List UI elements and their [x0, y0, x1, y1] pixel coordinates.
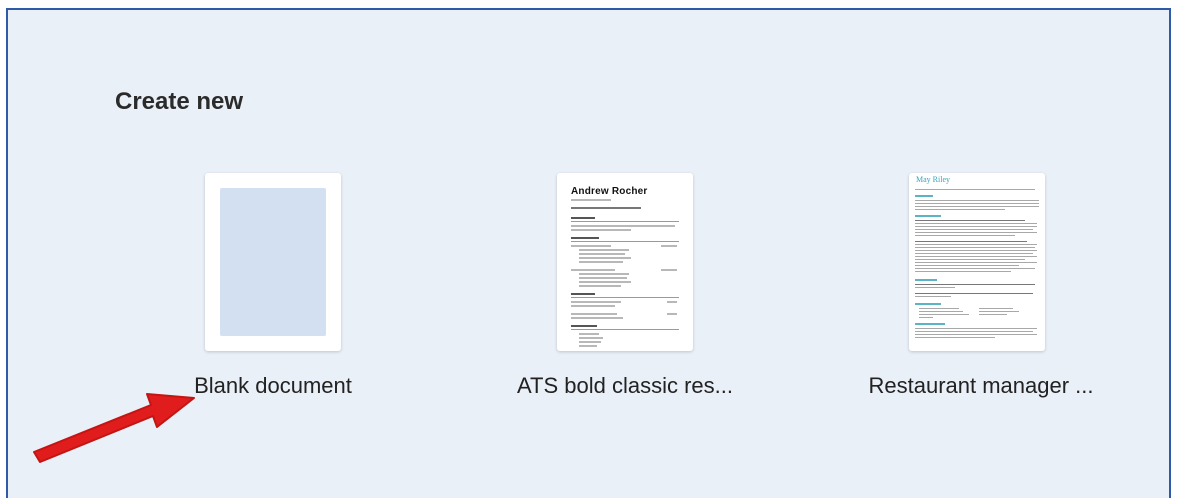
restaurant-manager-template-thumbnail[interactable]: May Riley	[909, 173, 1045, 351]
ats-template-label[interactable]: ATS bold classic res...	[475, 373, 775, 399]
blank-document-thumbnail[interactable]	[205, 173, 341, 351]
blank-document-label[interactable]: Blank document	[123, 373, 423, 399]
restaurant-preview-name: May Riley	[916, 175, 950, 184]
ats-preview-name: Andrew Rocher	[571, 186, 648, 197]
restaurant-manager-template-label[interactable]: Restaurant manager ...	[831, 373, 1131, 399]
blank-page-preview	[220, 188, 326, 336]
ats-template-thumbnail[interactable]: Andrew Rocher	[557, 173, 693, 351]
section-heading: Create new	[115, 88, 244, 115]
